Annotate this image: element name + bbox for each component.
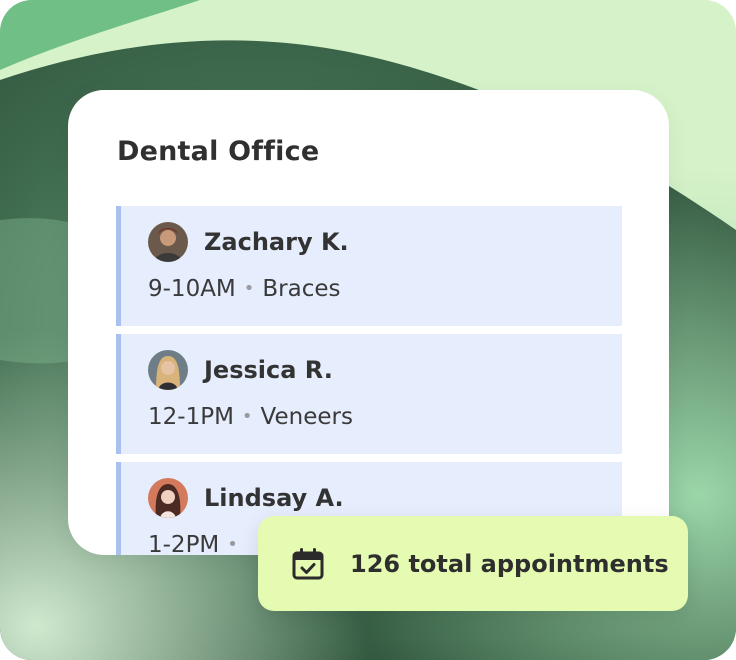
appointment-details: 9-10AM • Braces [148, 276, 341, 302]
appointment-details: 12-1PM • Veneers [148, 404, 353, 430]
appointment-list: Zachary K. 9-10AM • Braces Jessica R. 12… [116, 206, 622, 555]
appointment-item[interactable]: Jessica R. 12-1PM • Veneers [116, 334, 622, 454]
avatar [148, 350, 188, 390]
calendar-check-icon [292, 548, 324, 580]
avatar [148, 222, 188, 262]
appointment-time: 12-1PM [148, 404, 234, 430]
appointment-time: 1-2PM [148, 532, 220, 555]
patient-name: Lindsay A. [204, 484, 344, 512]
patient-name: Zachary K. [204, 228, 349, 256]
separator-dot: • [241, 406, 253, 427]
appointment-service: Braces [262, 276, 341, 302]
card-title: Dental Office [117, 136, 320, 167]
appointment-details: 1-2PM • [148, 532, 246, 555]
appointments-summary: 126 total appointments [258, 516, 688, 611]
appointment-item[interactable]: Zachary K. 9-10AM • Braces [116, 206, 622, 326]
separator-dot: • [243, 278, 255, 299]
separator-dot: • [227, 534, 238, 555]
appointment-time: 9-10AM [148, 276, 236, 302]
appointment-service: Veneers [260, 404, 353, 430]
patient-name: Jessica R. [204, 356, 333, 384]
summary-text: 126 total appointments [350, 550, 669, 578]
app-frame: Dental Office Zachary K. 9-10AM • Braces [0, 0, 736, 660]
schedule-card: Dental Office Zachary K. 9-10AM • Braces [68, 90, 669, 555]
avatar [148, 478, 188, 518]
